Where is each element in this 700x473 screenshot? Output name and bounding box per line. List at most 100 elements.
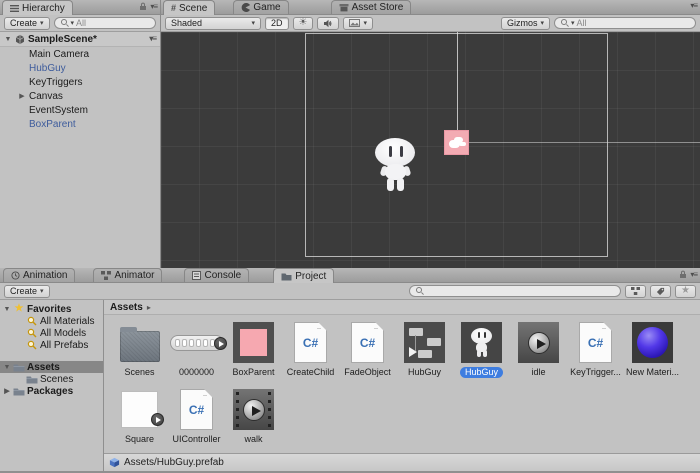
script-icon: C# [168, 386, 225, 433]
tab-animator[interactable]: Animator [93, 268, 162, 282]
hierarchy-item-hubguy[interactable]: HubGuy [0, 61, 160, 75]
project-sidebar-item-scenes[interactable]: Scenes [0, 373, 103, 385]
sidebar-item-label: Favorites [27, 304, 71, 315]
tab-scene[interactable]: # Scene [163, 0, 215, 15]
status-selected-path: Assets/HubGuy.prefab [124, 457, 224, 468]
project-sidebar-item-favorites[interactable]: ▼★Favorites [0, 303, 103, 315]
sprite-icon [111, 386, 168, 433]
breadcrumb: Assets ▸ [104, 300, 700, 315]
project-body: ▼★FavoritesAll MaterialsAll ModelsAll Pr… [0, 300, 700, 471]
hierarchy-create-button[interactable]: Create ▾ [4, 17, 50, 30]
chevron-down-icon: ▾ [363, 20, 367, 27]
project-sidebar-item-assets[interactable]: ▼ Assets [0, 361, 103, 373]
search-by-label-button[interactable] [650, 285, 671, 298]
scene-object-boxparent[interactable] [444, 130, 469, 155]
scene-effects-button[interactable]: ▾ [343, 17, 373, 30]
saved-search-star-button[interactable]: ★ [675, 285, 696, 298]
foldout-arrow[interactable]: ▶ [18, 92, 26, 100]
asset-fadeobject[interactable]: C#FadeObject [339, 319, 396, 386]
project-create-button[interactable]: Create ▾ [4, 285, 50, 298]
asset-square[interactable]: Square [111, 386, 168, 453]
asset-label: CreateChild [282, 367, 340, 378]
asset-label: Square [120, 434, 159, 445]
asset-uicontroller[interactable]: C#UIController [168, 386, 225, 453]
asset-hubguy[interactable]: HubGuy [396, 319, 453, 386]
foldout-arrow[interactable]: ▶ [3, 387, 11, 395]
spritesheet-icon [168, 319, 225, 366]
asset-createchild[interactable]: C#CreateChild [282, 319, 339, 386]
hierarchy-panel: Hierarchy ▾≡ Create ▾ ▾ All [0, 0, 161, 268]
project-sidebar-item-all-prefabs[interactable]: All Prefabs [0, 339, 103, 351]
scene-lighting-button[interactable]: ☀ [293, 17, 314, 30]
console-icon [192, 271, 201, 280]
tab-hierarchy[interactable]: Hierarchy [2, 0, 73, 15]
project-sidebar-item-packages[interactable]: ▶Packages [0, 385, 103, 397]
panel-menu-icon[interactable]: ▾≡ [150, 3, 157, 11]
hierarchy-search-input[interactable]: ▾ All [54, 17, 156, 29]
script-icon: C# [339, 319, 396, 366]
panel-menu-icon[interactable]: ▾≡ [690, 271, 697, 279]
project-sidebar-item-all-materials[interactable]: All Materials [0, 315, 103, 327]
asset-label: UIController [168, 434, 226, 445]
tab-animator-label: Animator [114, 270, 154, 281]
animclip-strip-icon [225, 386, 282, 433]
list-icon [10, 5, 19, 12]
asset-boxparent[interactable]: BoxParent [225, 319, 282, 386]
character-icon [453, 319, 510, 366]
lock-icon[interactable] [679, 270, 687, 279]
hierarchy-item-canvas[interactable]: ▶Canvas [0, 89, 160, 103]
asset-label: HubGuy [403, 367, 446, 378]
character-head [375, 138, 415, 167]
game-controller-icon [241, 3, 250, 12]
breadcrumb-assets[interactable]: Assets [110, 302, 143, 313]
scene-viewport[interactable] [161, 32, 700, 268]
foldout-arrow[interactable]: ▼ [3, 306, 11, 313]
tab-project[interactable]: Project [273, 268, 334, 283]
hierarchy-item-boxparent[interactable]: BoxParent [0, 117, 160, 131]
asset-keytrigger[interactable]: C#KeyTrigger... [567, 319, 624, 386]
asset-label: Scenes [119, 367, 159, 378]
scene-search-input[interactable]: ▾ All [554, 17, 696, 29]
asset-label: KeyTrigger... [565, 367, 626, 378]
scene-header-label: SampleScene* [28, 34, 97, 45]
search-placeholder: All [76, 18, 86, 28]
2d-toggle-button[interactable]: 2D [265, 17, 289, 30]
hierarchy-item-keytriggers[interactable]: KeyTriggers [0, 75, 160, 89]
tab-console[interactable]: Console [184, 268, 249, 282]
sidebar-item-label: Assets [27, 362, 60, 373]
project-sidebar-item-all-models[interactable]: All Models [0, 327, 103, 339]
project-search-input[interactable] [409, 285, 621, 297]
asset-store-icon [339, 3, 349, 12]
tab-game[interactable]: Game [233, 0, 288, 14]
asset-new-materi[interactable]: New Materi... [624, 319, 681, 386]
tab-asset-store[interactable]: Asset Store [331, 0, 412, 14]
scene-header-menu-icon[interactable]: ▾≡ [149, 35, 156, 43]
panel-menu-icon[interactable]: ▾≡ [690, 2, 697, 10]
asset-0000000[interactable]: 0000000 [168, 319, 225, 386]
asset-hubguy[interactable]: HubGuy [453, 319, 510, 386]
hierarchy-scene-header[interactable]: ▼ SampleScene* ▾≡ [0, 32, 160, 47]
pink-prefab-icon [225, 319, 282, 366]
hierarchy-toolbar: Create ▾ ▾ All [0, 15, 160, 32]
asset-scenes[interactable]: Scenes [111, 319, 168, 386]
gizmos-dropdown[interactable]: Gizmos ▾ [501, 17, 550, 30]
breadcrumb-arrow-icon: ▸ [147, 303, 151, 312]
lock-icon[interactable] [139, 2, 147, 11]
asset-walk[interactable]: walk [225, 386, 282, 453]
scene-panel: # Scene Game Asset Store ▾≡ [161, 0, 700, 268]
sidebar-item-label: Scenes [40, 374, 73, 385]
foldout-arrow[interactable]: ▼ [4, 36, 12, 43]
hierarchy-item-label: Canvas [29, 91, 63, 102]
asset-idle[interactable]: idle [510, 319, 567, 386]
tab-project-label: Project [295, 271, 326, 282]
search-by-type-button[interactable] [625, 285, 646, 298]
tab-animation[interactable]: Animation [3, 268, 75, 282]
scene-audio-button[interactable] [317, 17, 339, 30]
shading-mode-dropdown[interactable]: Shaded ▾ [165, 17, 261, 30]
hierarchy-item-main-camera[interactable]: Main Camera [0, 47, 160, 61]
project-corner: ▾≡ [679, 270, 697, 279]
foldout-arrow[interactable]: ▼ [3, 364, 11, 371]
hierarchy-item-eventsystem[interactable]: EventSystem [0, 103, 160, 117]
scene-object-hubguy[interactable] [375, 138, 417, 194]
star-icon: ★ [13, 304, 25, 314]
